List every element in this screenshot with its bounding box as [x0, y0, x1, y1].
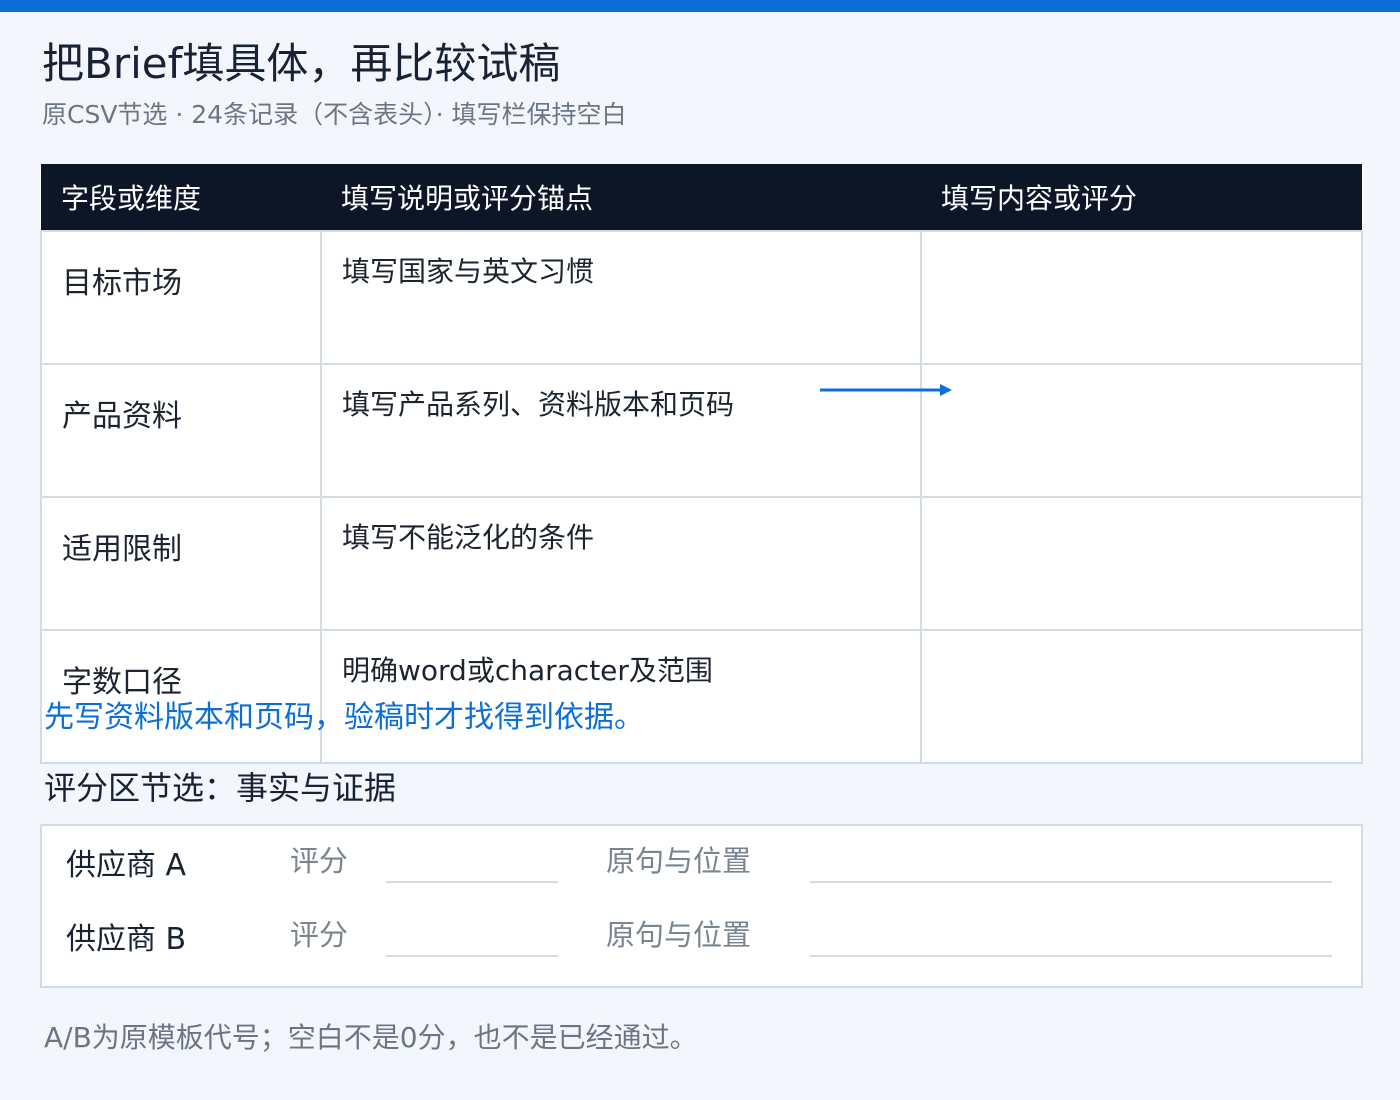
- location-input-line[interactable]: [810, 881, 1332, 883]
- page-title: 把Brief填具体，再比较试稿: [42, 39, 561, 88]
- score-label: 评分: [290, 844, 349, 878]
- fill-cell[interactable]: [920, 230, 1363, 365]
- score-input-line[interactable]: [386, 955, 558, 957]
- arrow-right-icon: [820, 384, 952, 396]
- table-header-row: 字段或维度 填写说明或评分锚点 填写内容或评分: [41, 164, 1362, 231]
- column-header-description: 填写说明或评分锚点: [321, 164, 921, 231]
- table-row: 目标市场 填写国家与英文习惯: [40, 230, 1363, 365]
- page-subtitle: 原CSV节选 · 24条记录（不含表头）· 填写栏保持空白: [42, 100, 627, 129]
- field-cell: 产品资料: [40, 363, 322, 498]
- fill-cell[interactable]: [920, 629, 1363, 764]
- table-row: 产品资料 填写产品系列、资料版本和页码: [40, 363, 1363, 498]
- vendor-score-row: 供应商 B 评分 原句与位置: [42, 900, 1361, 970]
- hint-text: 先写资料版本和页码，验稿时才找得到依据。: [44, 700, 644, 735]
- fill-cell[interactable]: [920, 496, 1363, 631]
- vendor-label: 供应商 B: [66, 922, 187, 957]
- description-cell: 填写不能泛化的条件: [320, 496, 922, 631]
- location-input-line[interactable]: [810, 955, 1332, 957]
- location-label: 原句与位置: [606, 844, 752, 878]
- description-cell: 填写国家与英文习惯: [320, 230, 922, 365]
- column-header-fill: 填写内容或评分: [921, 164, 1362, 231]
- field-cell: 目标市场: [40, 230, 322, 365]
- brief-table: 字段或维度 填写说明或评分锚点 填写内容或评分 目标市场 填写国家与英文习惯 产…: [40, 164, 1363, 764]
- score-label: 评分: [290, 918, 349, 952]
- column-header-field: 字段或维度: [41, 164, 321, 231]
- location-label: 原句与位置: [606, 918, 752, 952]
- field-cell: 适用限制: [40, 496, 322, 631]
- footer-note: A/B为原模板代号；空白不是0分，也不是已经通过。: [44, 1021, 698, 1054]
- fill-cell[interactable]: [920, 363, 1363, 498]
- table-row: 适用限制 填写不能泛化的条件: [40, 496, 1363, 631]
- score-input-line[interactable]: [386, 881, 558, 883]
- top-accent-bar: [0, 0, 1400, 12]
- scoring-section-title: 评分区节选：事实与证据: [44, 769, 397, 807]
- vendor-score-row: 供应商 A 评分 原句与位置: [42, 826, 1361, 896]
- vendor-label: 供应商 A: [66, 848, 187, 883]
- scoring-panel: 供应商 A 评分 原句与位置 供应商 B 评分 原句与位置: [40, 824, 1363, 988]
